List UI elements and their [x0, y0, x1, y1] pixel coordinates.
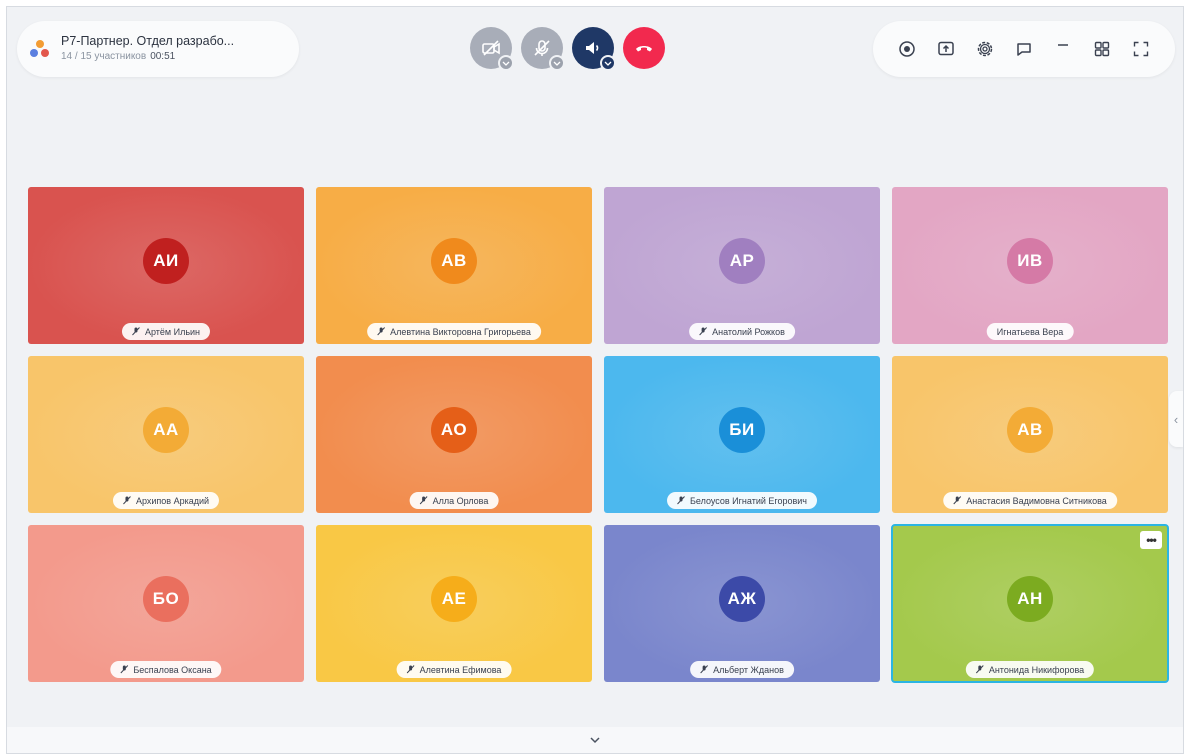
mic-muted-icon: [419, 496, 428, 505]
participant-tile[interactable]: АР Анатолий Рожков: [604, 187, 880, 344]
conference-text: Р7-Партнер. Отдел разрабо... 14 / 15 уча…: [61, 33, 234, 65]
mic-muted-icon: [700, 665, 708, 674]
participant-name: Беспалова Оксана: [133, 664, 212, 675]
participant-tile[interactable]: АН Антонида Никифорова •••: [891, 524, 1169, 683]
share-screen-button[interactable]: [934, 37, 958, 61]
mic-muted-icon: [377, 327, 386, 336]
participant-name: Алевтина Викторовна Григорьева: [390, 326, 531, 337]
toolbar: [873, 21, 1175, 77]
participant-tile[interactable]: АЖ Альберт Жданов: [604, 525, 880, 682]
more-options-button[interactable]: •••: [1140, 531, 1162, 549]
bottom-bar: [7, 727, 1183, 753]
participant-name: Белоусов Игнатий Егорович: [690, 495, 807, 506]
participant-name: Альберт Жданов: [713, 664, 784, 675]
video-conference-window: Р7-Партнер. Отдел разрабо... 14 / 15 уча…: [6, 6, 1184, 754]
gear-icon: [977, 41, 993, 57]
participant-name: Алла Орлова: [432, 495, 489, 506]
participant-name-tag: Игнатьева Вера: [986, 323, 1074, 340]
participant-name-tag: Антонида Никифорова: [965, 661, 1095, 678]
minimize-icon: [1058, 44, 1069, 46]
participant-name-tag: Альберт Жданов: [690, 661, 794, 678]
mic-muted-icon: [699, 327, 707, 336]
avatar: АВ: [1007, 406, 1053, 453]
participant-name: Анастасия Вадимовна Ситникова: [966, 495, 1107, 506]
record-button[interactable]: [895, 37, 919, 61]
record-icon: [898, 41, 915, 57]
chat-icon: [1017, 43, 1031, 56]
hangup-button[interactable]: [623, 27, 665, 69]
participant-tile[interactable]: АО Алла Орлова: [316, 356, 592, 513]
participant-tile[interactable]: АВ Алевтина Викторовна Григорьева: [316, 187, 592, 344]
participant-tile[interactable]: ИВ Игнатьева Вера: [892, 187, 1168, 344]
avatar: ИВ: [1007, 237, 1053, 284]
mic-muted-icon: [953, 496, 962, 505]
participant-tile[interactable]: АВ Анастасия Вадимовна Ситникова: [892, 356, 1168, 513]
mic-off-icon: [534, 40, 550, 56]
participant-name: Анатолий Рожков: [712, 326, 785, 337]
mic-muted-icon: [132, 327, 140, 336]
participants-grid: АИ Артём Ильин АВ Алевтина Викторовна Григо…: [28, 187, 1173, 683]
mic-muted-icon: [677, 496, 685, 505]
conference-info[interactable]: Р7-Партнер. Отдел разрабо... 14 / 15 уча…: [17, 21, 299, 77]
fullscreen-button[interactable]: [1129, 37, 1153, 61]
participant-name-tag: Артём Ильин: [121, 323, 211, 340]
speaker-icon: [586, 42, 599, 54]
grid-layout-icon: [1095, 41, 1110, 57]
microphone-button[interactable]: [521, 27, 565, 71]
participant-name: Антонида Никифорова: [988, 664, 1085, 675]
participant-name-tag: Алевтина Ефимова: [396, 661, 512, 678]
avatar: АР: [719, 237, 765, 284]
participant-name-tag: Белоусов Игнатий Егорович: [667, 492, 817, 509]
share-screen-icon: [937, 41, 954, 56]
participant-tile[interactable]: АА Архипов Аркадий: [28, 356, 304, 513]
participant-name-tag: Алевтина Викторовна Григорьева: [367, 323, 541, 340]
avatar: БО: [143, 575, 189, 622]
avatar: БИ: [719, 406, 765, 453]
side-panel-toggle[interactable]: ‹: [1169, 391, 1183, 447]
participant-tile[interactable]: БО Беспалова Оксана: [28, 525, 304, 682]
participant-name-tag: Архипов Аркадий: [112, 492, 220, 509]
avatar: АА: [143, 406, 189, 453]
layout-button[interactable]: [1090, 37, 1114, 61]
avatar: АН: [1007, 575, 1053, 622]
conference-subtitle: 14 / 15 участников 00:51: [61, 49, 234, 65]
settings-button[interactable]: [973, 37, 997, 61]
participant-name-tag: Беспалова Оксана: [110, 661, 222, 678]
chat-button[interactable]: [1012, 37, 1036, 61]
avatar: АЕ: [431, 575, 477, 622]
participant-name: Артём Ильин: [144, 326, 201, 337]
chevron-down-icon[interactable]: [589, 735, 601, 745]
participant-name: Игнатьева Вера: [996, 326, 1064, 337]
speaker-button[interactable]: [572, 27, 616, 71]
participant-tile[interactable]: АИ Артём Ильин: [28, 187, 304, 344]
avatar: АЖ: [719, 575, 765, 622]
avatar: АИ: [143, 237, 189, 284]
speaker-options-icon[interactable]: [600, 55, 616, 71]
participant-name-tag: Алла Орлова: [409, 492, 499, 509]
avatar: АВ: [431, 237, 477, 284]
phone-hangup-icon: [636, 46, 652, 52]
mic-muted-icon: [120, 665, 129, 674]
mic-muted-icon: [406, 665, 415, 674]
participant-name-tag: Анастасия Вадимовна Ситникова: [943, 492, 1117, 509]
avatar: АО: [431, 406, 477, 453]
call-controls: [470, 27, 665, 77]
participant-count: 14 / 15 участников: [61, 51, 147, 62]
camera-button[interactable]: [470, 27, 514, 71]
participant-name: Архипов Аркадий: [135, 495, 210, 506]
app-logo-icon: [29, 38, 51, 60]
participant-tile[interactable]: АЕ Алевтина Ефимова: [316, 525, 592, 682]
conference-title: Р7-Партнер. Отдел разрабо...: [61, 34, 235, 48]
fullscreen-icon: [1134, 41, 1149, 57]
mic-muted-icon: [975, 665, 984, 674]
participant-name: Алевтина Ефимова: [419, 664, 502, 675]
camera-options-icon[interactable]: [498, 55, 514, 71]
microphone-options-icon[interactable]: [549, 55, 565, 71]
call-timer: 00:51: [150, 51, 176, 62]
participant-tile[interactable]: БИ Белоусов Игнатий Егорович: [604, 356, 880, 513]
participant-name-tag: Анатолий Рожков: [689, 323, 795, 340]
camera-off-icon: [482, 40, 500, 56]
minimize-button[interactable]: [1051, 37, 1075, 61]
mic-muted-icon: [123, 496, 131, 505]
